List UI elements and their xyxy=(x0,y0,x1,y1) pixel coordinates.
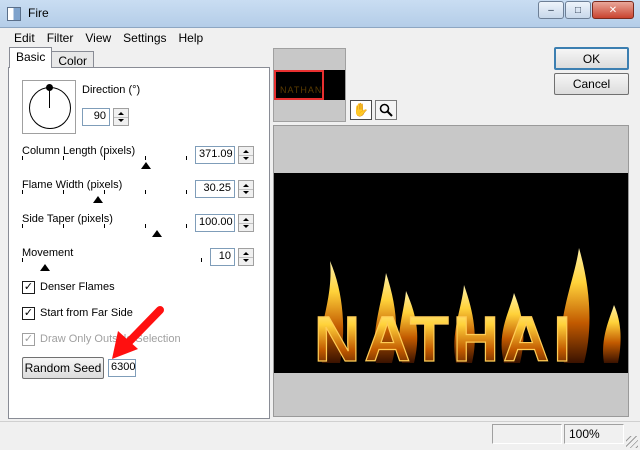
zoom-tool-button[interactable] xyxy=(375,100,397,120)
movement-spinner[interactable] xyxy=(238,248,254,266)
tick xyxy=(22,258,23,262)
fire-text-preview: NATHAI xyxy=(313,248,621,373)
tick xyxy=(22,190,23,194)
column-length-thumb[interactable] xyxy=(141,162,151,169)
column-length-label: Column Length (pixels) xyxy=(22,145,136,157)
direction-dial[interactable] xyxy=(22,80,76,134)
tick xyxy=(63,190,64,194)
status-bar: 100% xyxy=(0,421,640,450)
menu-help[interactable]: Help xyxy=(173,31,210,45)
column-length-spinner[interactable] xyxy=(238,146,254,164)
denser-flames-checkbox[interactable]: ✓ xyxy=(22,281,35,294)
dial-knob[interactable] xyxy=(46,84,53,91)
tick xyxy=(145,190,146,194)
tick xyxy=(22,156,23,160)
preview-pane[interactable]: NATHAI xyxy=(273,125,629,417)
navigator-view-rect[interactable] xyxy=(274,70,324,100)
dial-circle xyxy=(29,87,71,129)
magnifier-icon xyxy=(379,103,393,117)
cancel-button[interactable]: Cancel xyxy=(554,73,629,95)
side-taper-label: Side Taper (pixels) xyxy=(22,213,113,225)
navigator-thumbnail[interactable]: NATHAN xyxy=(273,48,346,122)
direction-spinner[interactable] xyxy=(113,108,129,126)
tick xyxy=(104,190,105,194)
menu-filter[interactable]: Filter xyxy=(41,31,80,45)
movement-label: Movement xyxy=(22,247,74,259)
random-seed-input[interactable]: 6300 xyxy=(108,359,136,377)
side-taper-thumb[interactable] xyxy=(152,230,162,237)
flame-width-track[interactable] xyxy=(22,194,187,195)
zoom-status: 100% xyxy=(564,424,624,444)
tick xyxy=(145,224,146,228)
tab-basic[interactable]: Basic xyxy=(9,47,53,68)
start-far-side-checkbox[interactable]: ✓ xyxy=(22,307,35,320)
random-seed-button[interactable]: Random Seed xyxy=(22,357,104,379)
column-length-track[interactable] xyxy=(22,160,187,161)
tick xyxy=(104,156,105,160)
tick xyxy=(63,224,64,228)
tick xyxy=(186,156,187,160)
ok-button[interactable]: OK xyxy=(554,47,629,70)
flame-width-thumb[interactable] xyxy=(93,196,103,203)
close-button[interactable]: ✕ xyxy=(592,1,634,19)
side-taper-track[interactable] xyxy=(22,228,187,229)
tick xyxy=(22,224,23,228)
menu-view[interactable]: View xyxy=(79,31,117,45)
minimize-button[interactable]: – xyxy=(538,1,564,19)
preview-text: NATHAI xyxy=(314,303,575,373)
menu-bar: Edit Filter View Settings Help xyxy=(0,28,640,48)
direction-label: Direction (°) xyxy=(82,84,141,96)
title-bar: Fire – □ ✕ xyxy=(0,0,640,28)
flame-width-input[interactable]: 30.25 xyxy=(195,180,235,198)
hand-icon: ✋ xyxy=(352,102,370,117)
menu-edit[interactable]: Edit xyxy=(8,31,41,45)
tick xyxy=(104,224,105,228)
window-title: Fire xyxy=(28,6,49,20)
flame-width-spinner[interactable] xyxy=(238,180,254,198)
movement-track[interactable] xyxy=(22,262,202,263)
side-taper-spinner[interactable] xyxy=(238,214,254,232)
tick xyxy=(145,156,146,160)
annotation-arrow-icon xyxy=(112,306,164,359)
side-taper-input[interactable]: 100.00 xyxy=(195,214,235,232)
draw-outside-selection-checkbox[interactable]: ✓ xyxy=(22,333,35,346)
status-cell-empty xyxy=(492,424,562,444)
preview-image: NATHAI xyxy=(274,173,628,373)
tick xyxy=(186,224,187,228)
resize-grip-icon[interactable] xyxy=(626,436,638,448)
flame-width-label: Flame Width (pixels) xyxy=(22,179,123,191)
dial-pointer xyxy=(49,89,50,108)
direction-input[interactable]: 90 xyxy=(82,108,110,126)
movement-thumb[interactable] xyxy=(40,264,50,271)
tick xyxy=(201,258,202,262)
tick xyxy=(63,156,64,160)
movement-input[interactable]: 10 xyxy=(210,248,235,266)
tab-strip: Basic Color xyxy=(9,47,95,69)
hand-tool-button[interactable]: ✋ xyxy=(350,100,372,120)
column-length-input[interactable]: 371.09 xyxy=(195,146,235,164)
menu-settings[interactable]: Settings xyxy=(117,31,172,45)
denser-flames-label: Denser Flames xyxy=(40,281,115,293)
window-controls: – □ ✕ xyxy=(537,1,634,19)
tick xyxy=(186,190,187,194)
app-icon xyxy=(7,7,21,21)
maximize-button[interactable]: □ xyxy=(565,1,591,19)
